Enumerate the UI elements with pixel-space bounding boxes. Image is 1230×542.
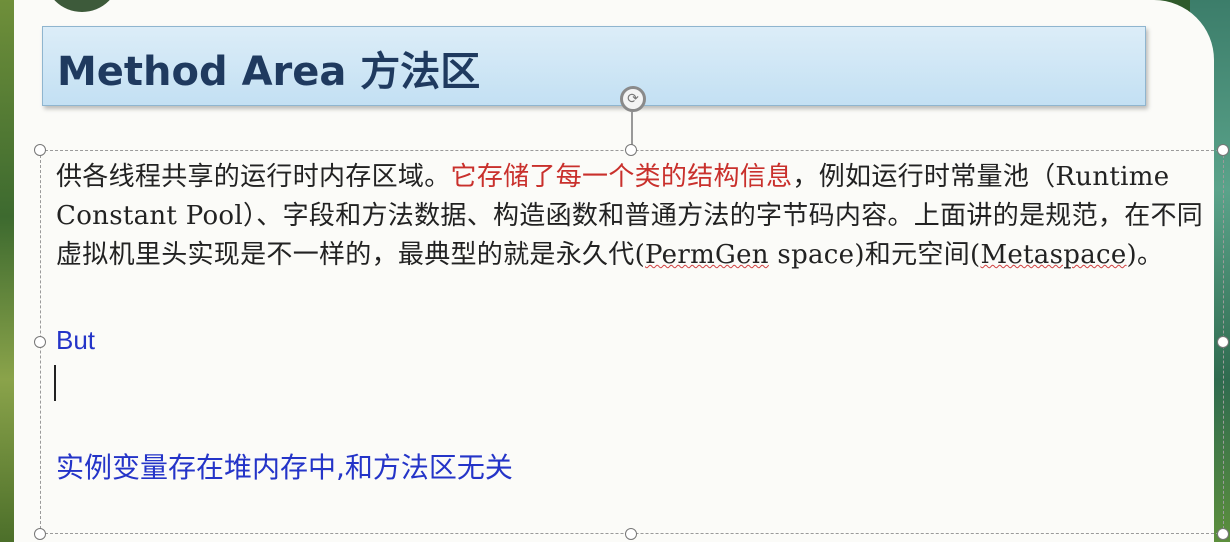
body-paragraph[interactable]: 供各线程共享的运行时内存区域。它存储了每一个类的结构信息，例如运行时常量池（Ru… [56,158,1212,275]
rotate-handle-line [631,112,633,146]
title-box[interactable]: Method Area 方法区 [42,26,1146,106]
resize-handle-bottom-center[interactable] [625,528,637,540]
text-caret [54,365,56,401]
metaspace-term: Metaspace [980,240,1127,270]
para-text-4: )。 [1126,240,1164,270]
slide-title: Method Area 方法区 [57,49,481,95]
resize-handle-bottom-left[interactable] [34,528,46,540]
but-label: But [56,325,96,355]
resize-handle-middle-right[interactable] [1217,336,1229,348]
background-left-strip [0,0,14,542]
logo-icon [44,0,120,12]
resize-handle-top-left[interactable] [34,144,46,156]
resize-handle-top-right[interactable] [1217,144,1229,156]
logo-text [132,0,312,6]
para-highlight: 它存储了每一个类的结构信息 [450,162,793,192]
resize-handle-middle-left[interactable] [34,336,46,348]
resize-handle-top-center[interactable] [625,144,637,156]
note-text: 实例变量存在堆内存中,和方法区无关 [56,451,513,484]
resize-handle-bottom-right[interactable] [1217,528,1229,540]
permgen-term: PermGen [645,240,769,270]
para-text-1: 供各线程共享的运行时内存区域。 [56,162,451,192]
rotate-handle-icon[interactable]: ⟳ [620,86,646,112]
para-text-3: space)和元空间( [768,240,981,270]
